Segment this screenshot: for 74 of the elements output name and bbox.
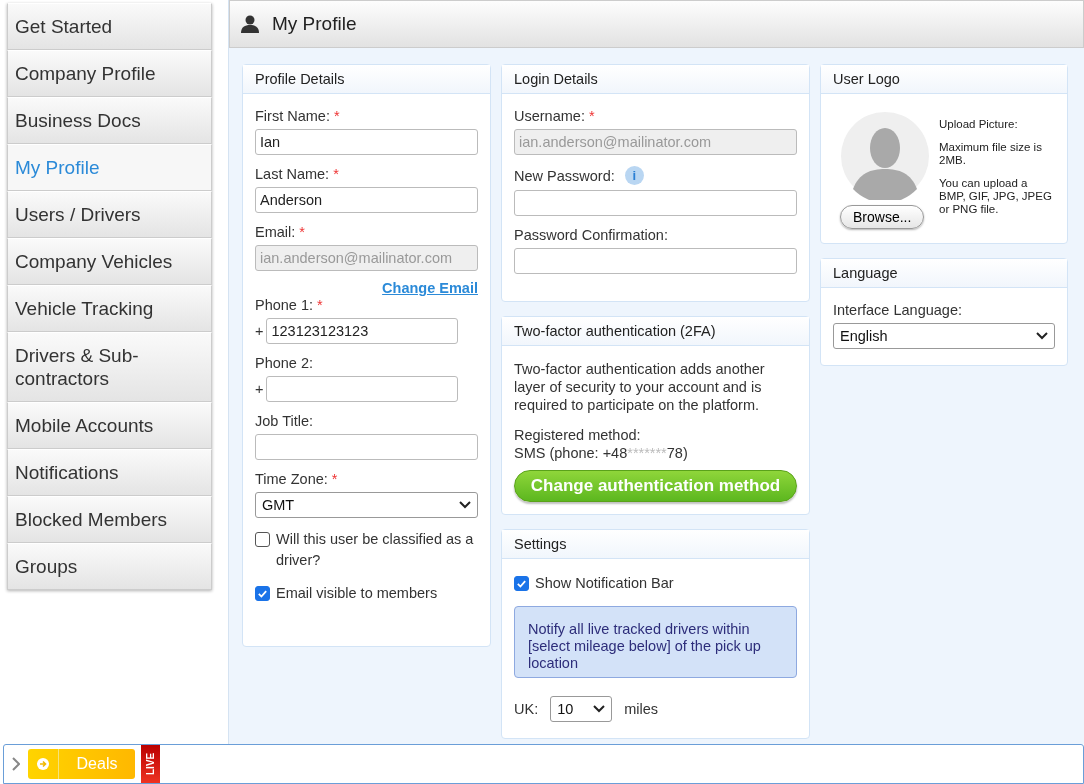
field-label: Phone 1: bbox=[255, 297, 314, 313]
upload-hint: Maximum file size is 2MB. bbox=[939, 141, 1043, 167]
required-mark: * bbox=[588, 108, 595, 124]
description-text: Two-factor authentication adds another layer of security to your account and is required to participate on the platform. bbox=[514, 360, 766, 414]
input-field[interactable] bbox=[514, 190, 797, 216]
field-label: New Password: bbox=[514, 167, 615, 184]
page-title: My Profile bbox=[272, 13, 357, 35]
chevron-down-icon bbox=[459, 501, 471, 509]
field-label: Interface Language: bbox=[833, 302, 962, 318]
sidebar-item[interactable]: Mobile Accounts bbox=[7, 402, 212, 449]
required-mark: * bbox=[333, 108, 340, 124]
required-mark: * bbox=[317, 297, 323, 313]
sidebar-item[interactable]: Users / Drivers bbox=[7, 191, 212, 238]
panel-title: Profile Details bbox=[243, 65, 490, 94]
change-email-link[interactable]: Change Email bbox=[382, 280, 478, 296]
language-dropdown[interactable]: English bbox=[833, 323, 1055, 349]
checkbox[interactable] bbox=[255, 532, 270, 547]
check-icon bbox=[516, 578, 527, 589]
checkbox[interactable] bbox=[255, 586, 270, 601]
sidebar-item[interactable]: Notifications bbox=[7, 449, 212, 496]
sidebar-item[interactable]: Company Vehicles bbox=[7, 238, 212, 285]
field-label: First Name: bbox=[255, 108, 330, 124]
panel-title: Two-factor authentication (2FA) bbox=[502, 317, 809, 346]
sidebar-item[interactable]: Blocked Members bbox=[7, 496, 212, 543]
input-field[interactable]: Ian bbox=[255, 129, 478, 155]
field-label: Job Title: bbox=[255, 413, 314, 429]
chevron-right-icon[interactable] bbox=[12, 757, 20, 771]
required-mark: * bbox=[333, 166, 339, 182]
panel-title: User Logo bbox=[821, 65, 1067, 94]
browse-button[interactable]: Browse... bbox=[840, 205, 925, 229]
mileage-dropdown[interactable]: 10 bbox=[550, 696, 613, 722]
sidebar-item[interactable]: Company Profile bbox=[7, 50, 212, 97]
live-badge: LIVE bbox=[141, 745, 160, 783]
checkbox-label: Email visible to members bbox=[276, 584, 438, 603]
input-field[interactable]: 123123123123 bbox=[266, 318, 459, 344]
phone-prefix: + bbox=[255, 323, 264, 339]
check-icon bbox=[257, 588, 268, 599]
upload-hint: Upload Picture: bbox=[939, 118, 1019, 131]
input-field[interactable] bbox=[255, 434, 478, 460]
sidebar-item[interactable]: Drivers & Sub-contractors bbox=[7, 332, 212, 402]
method-text: SMS (phone: +48*******78) bbox=[514, 444, 689, 462]
time-zone-dropdown[interactable]: GMT bbox=[255, 492, 478, 518]
required-mark: * bbox=[299, 224, 305, 240]
checkbox[interactable] bbox=[514, 576, 529, 591]
field-label: Phone 2: bbox=[255, 355, 314, 371]
checkbox-label: Will this user be classified as a driver? bbox=[276, 530, 475, 570]
sidebar-item[interactable]: Business Docs bbox=[7, 97, 212, 144]
notice-text: Notify all live tracked drivers within [select mileage below] of the pick up location bbox=[514, 606, 797, 678]
arrow-circle-icon bbox=[37, 758, 49, 770]
field-label: UK: bbox=[514, 701, 539, 717]
user-icon bbox=[240, 14, 260, 34]
method-label: Registered method: bbox=[514, 426, 642, 444]
sidebar-item[interactable]: Get Started bbox=[7, 3, 212, 50]
chevron-down-icon bbox=[1036, 332, 1048, 340]
field-label: Email: bbox=[255, 224, 296, 240]
field-label: Password Confirmation: bbox=[514, 227, 668, 243]
upload-hint: You can upload a BMP, GIF, JPG, JPEG or PNG file. bbox=[939, 177, 1053, 216]
sidebar-item[interactable]: Vehicle Tracking bbox=[7, 285, 212, 332]
panel-title: Language bbox=[821, 259, 1067, 288]
field-label: Last Name: bbox=[255, 166, 330, 182]
phone-prefix: + bbox=[255, 381, 264, 397]
chevron-down-icon bbox=[593, 705, 606, 713]
avatar-icon bbox=[841, 112, 929, 200]
sidebar-item[interactable]: Groups bbox=[7, 543, 212, 590]
panel-title: Login Details bbox=[502, 65, 809, 94]
input-field[interactable] bbox=[266, 376, 459, 402]
field-label: Time Zone: bbox=[255, 471, 328, 487]
field-label: Username: bbox=[514, 108, 585, 124]
required-mark: * bbox=[331, 471, 338, 487]
checkbox-label: Show Notification Bar bbox=[535, 574, 674, 593]
unit-label: miles bbox=[624, 701, 658, 717]
input-field[interactable]: Anderson bbox=[255, 187, 478, 213]
panel-title: Settings bbox=[502, 530, 809, 559]
input-field[interactable] bbox=[514, 248, 797, 274]
